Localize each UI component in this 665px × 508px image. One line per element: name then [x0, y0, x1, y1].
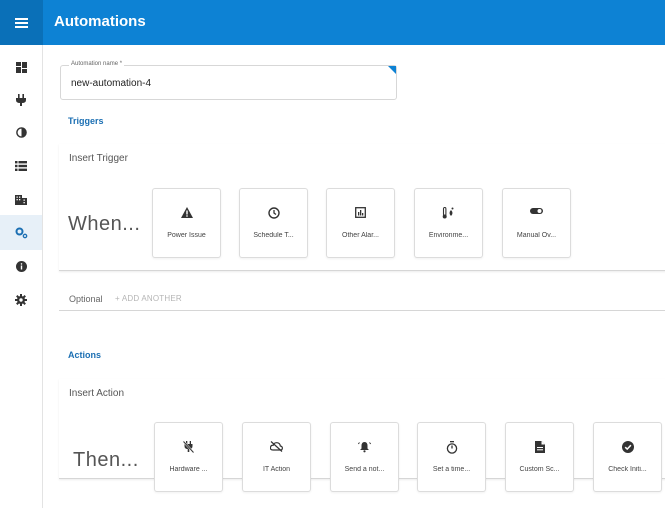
action-card-label: Check Initi...	[608, 466, 647, 473]
optional-label: Optional	[69, 294, 103, 304]
trigger-card-schedule[interactable]: Schedule T...	[239, 188, 308, 258]
when-label: When...	[68, 213, 141, 235]
trigger-card-power-issue[interactable]: Power Issue	[152, 188, 221, 258]
list-icon	[15, 160, 27, 171]
trigger-card-label: Environme...	[428, 232, 469, 239]
environment-icon	[442, 207, 454, 219]
warning-icon	[180, 207, 193, 218]
sidebar-item-list[interactable]	[0, 148, 42, 183]
page-title: Automations	[54, 13, 146, 30]
triggers-heading: Triggers	[68, 116, 104, 126]
action-panel: Insert Action Then... Hardware ... IT Ac…	[59, 379, 665, 492]
automation-name-value[interactable]: new-automation-4	[71, 78, 151, 89]
action-card-send-notification[interactable]: Send a not...	[330, 422, 399, 492]
trigger-card-other-alarm[interactable]: Other Alar...	[326, 188, 395, 258]
sidebar-item-contrast[interactable]	[0, 115, 42, 150]
action-card-label: Set a time...	[432, 466, 471, 473]
action-card-check-initial[interactable]: Check Initi...	[593, 422, 662, 492]
action-card-label: IT Action	[262, 466, 291, 473]
cloud-off-icon	[270, 441, 283, 452]
trigger-card-environment[interactable]: Environme...	[414, 188, 483, 258]
dashboard-icon	[15, 62, 27, 73]
contrast-icon	[15, 127, 27, 138]
action-card-hardware[interactable]: Hardware ...	[154, 422, 223, 492]
insert-trigger-title: Insert Trigger	[69, 153, 128, 164]
actions-heading: Actions	[68, 350, 102, 360]
sidebar-item-building[interactable]	[0, 182, 42, 217]
sidebar-item-settings[interactable]	[0, 282, 42, 317]
bell-icon	[358, 442, 371, 453]
hamburger-icon	[15, 17, 28, 28]
sidebar-item-info[interactable]	[0, 249, 42, 284]
timer-icon	[446, 441, 457, 454]
sidebar-item-automations[interactable]	[0, 215, 42, 250]
action-card-label: Hardware ...	[169, 466, 208, 473]
then-label: Then...	[73, 449, 139, 471]
insert-action-title: Insert Action	[69, 388, 125, 399]
action-card-label: Custom Sc...	[519, 466, 560, 473]
trigger-card-label: Other Alar...	[342, 232, 379, 239]
building-icon	[15, 195, 27, 205]
trigger-card-manual-override[interactable]: Manual Ov...	[502, 188, 571, 258]
trigger-card-label: Manual Ov...	[516, 232, 557, 239]
settings-icon	[15, 293, 27, 306]
chart-icon	[355, 207, 366, 218]
sidebar-item-dashboard[interactable]	[0, 50, 42, 85]
automation-name-field[interactable]: Automation name * new-automation-4	[60, 61, 397, 100]
plug-icon	[16, 93, 26, 106]
optional-trigger-row: Optional + ADD ANOTHER	[59, 287, 665, 311]
no-power-icon	[183, 441, 194, 453]
top-bar: Automations	[0, 0, 665, 45]
action-card-custom-script[interactable]: Custom Sc...	[505, 422, 574, 492]
sidebar-item-power[interactable]	[0, 82, 42, 117]
action-card-label: Send a not...	[344, 466, 385, 473]
action-card-it-action[interactable]: IT Action	[242, 422, 311, 492]
trigger-card-label: Power Issue	[167, 232, 206, 239]
menu-button[interactable]	[0, 0, 43, 45]
field-corner-marker	[388, 66, 396, 74]
file-icon	[534, 441, 545, 453]
action-card-set-timer[interactable]: Set a time...	[417, 422, 486, 492]
trigger-card-label: Schedule T...	[253, 232, 294, 239]
info-icon	[15, 261, 27, 272]
cogs-icon	[15, 227, 27, 238]
add-another-button[interactable]: + ADD ANOTHER	[115, 294, 182, 303]
toggle-icon	[530, 208, 543, 214]
trigger-panel: Insert Trigger When... Power Issue Sched…	[59, 144, 665, 271]
check-circle-icon	[621, 441, 634, 453]
automation-name-label: Automation name *	[69, 61, 125, 67]
clock-icon	[267, 207, 280, 219]
sidebar	[0, 45, 43, 508]
